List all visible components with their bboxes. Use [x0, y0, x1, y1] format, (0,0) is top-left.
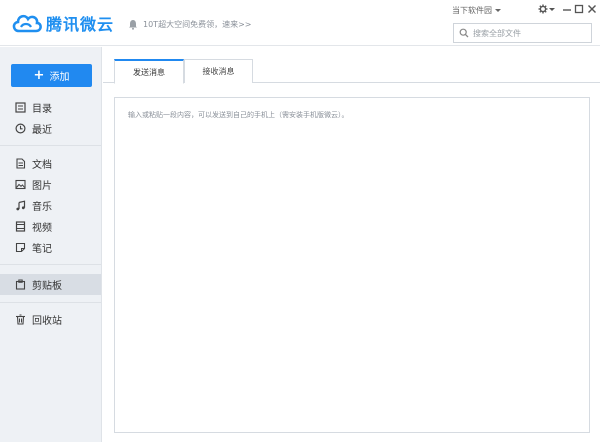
- main-panel: 发送消息 接收消息: [103, 47, 600, 442]
- clipboard-icon: [15, 279, 26, 290]
- close-button[interactable]: [586, 3, 598, 15]
- sidebar-item-music[interactable]: 音乐: [0, 195, 101, 216]
- sidebar-item-label: 回收站: [32, 316, 62, 327]
- chevron-down-icon: [495, 8, 501, 12]
- sidebar-divider: [0, 264, 101, 265]
- search-icon: [459, 28, 469, 38]
- tab-label: 接收消息: [202, 67, 235, 76]
- sidebar-divider: [0, 145, 101, 146]
- plus-icon: +: [33, 68, 45, 83]
- image-icon: [15, 179, 26, 190]
- list-icon: [15, 102, 26, 113]
- search-input[interactable]: [473, 28, 583, 38]
- sidebar-item-label: 文档: [32, 160, 52, 171]
- app-name: 腾讯微云: [46, 15, 115, 34]
- menu-dropdown-button[interactable]: [548, 3, 556, 15]
- add-button[interactable]: + 添加: [11, 64, 92, 87]
- sidebar-item-clipboard[interactable]: 剪贴板: [0, 274, 101, 295]
- sidebar-item-label: 视频: [32, 223, 52, 234]
- video-icon: [15, 221, 26, 232]
- sidebar-item-label: 音乐: [32, 202, 52, 213]
- sidebar-item-documents[interactable]: 文档: [0, 153, 101, 174]
- sidebar-item-images[interactable]: 图片: [0, 174, 101, 195]
- user-name[interactable]: 当下软件园: [452, 5, 492, 16]
- minimize-icon: [563, 9, 571, 11]
- sidebar-item-label: 最近: [32, 125, 52, 136]
- close-icon: [588, 5, 596, 13]
- user-menu[interactable]: 当下软件园: [452, 4, 501, 16]
- sidebar-item-video[interactable]: 视频: [0, 216, 101, 237]
- sidebar-item-directory[interactable]: 目录: [0, 97, 101, 118]
- clock-icon: [15, 123, 26, 134]
- message-input[interactable]: [114, 97, 590, 433]
- document-icon: [16, 158, 26, 169]
- add-button-label: 添加: [49, 72, 70, 83]
- sidebar-item-trash[interactable]: 回收站: [0, 309, 101, 330]
- chevron-down-icon: [549, 7, 555, 11]
- app-logo: 腾讯微云: [10, 10, 130, 36]
- cloud-logo-icon: [12, 14, 42, 33]
- sidebar-item-notes[interactable]: 笔记: [0, 237, 101, 258]
- sidebar-item-label: 目录: [32, 104, 52, 115]
- sidebar-item-recent[interactable]: 最近: [0, 118, 101, 139]
- search-box[interactable]: [453, 23, 592, 43]
- music-icon: [16, 200, 26, 211]
- maximize-icon: [574, 4, 584, 14]
- sidebar-item-label: 笔记: [32, 244, 52, 255]
- tab-label: 发送消息: [133, 67, 165, 77]
- promo-notice[interactable]: 10T超大空间免费领，速来>>: [128, 17, 251, 31]
- tab-bar: 发送消息 接收消息: [103, 47, 600, 84]
- tab-send-message[interactable]: 发送消息: [114, 59, 184, 84]
- gear-icon: [538, 4, 548, 14]
- title-bar: 腾讯微云 10T超大空间免费领，速来>> 当下软件园: [0, 0, 600, 46]
- sidebar-item-label: 剪贴板: [32, 281, 62, 292]
- minimize-button[interactable]: [561, 3, 573, 15]
- sidebar-item-label: 图片: [32, 181, 52, 192]
- sidebar-divider: [0, 302, 101, 303]
- note-icon: [15, 242, 26, 253]
- bell-icon: [129, 19, 137, 30]
- trash-icon: [16, 314, 25, 325]
- promo-notice-text[interactable]: 10T超大空间免费领，速来>>: [143, 19, 251, 30]
- maximize-button[interactable]: [573, 3, 585, 15]
- sidebar: + 添加 目录 最近 文档 图片 音乐 视频 笔记 剪贴板 回收站: [0, 47, 102, 442]
- tab-receive-message[interactable]: 接收消息: [184, 59, 253, 83]
